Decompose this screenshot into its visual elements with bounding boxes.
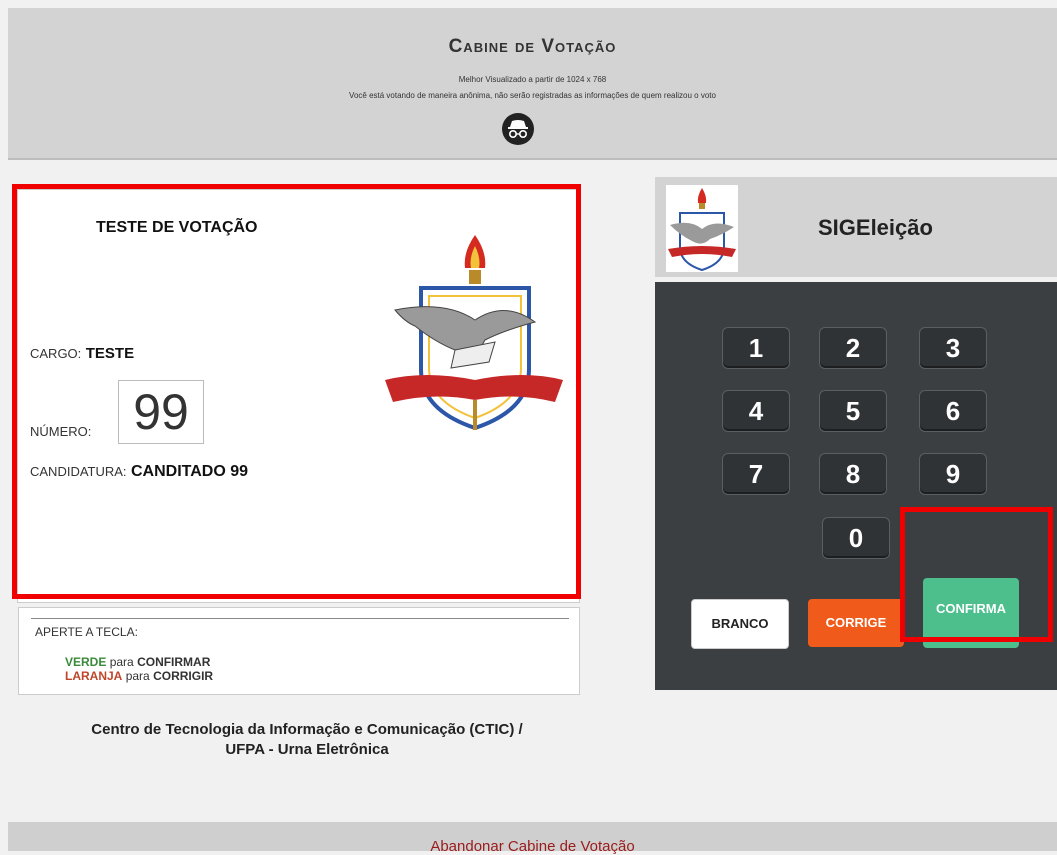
instruction-correct: LARANJA para CORRIGIR: [65, 669, 213, 683]
candidatura-value: CANDITADO 99: [131, 463, 249, 480]
green-para: para: [109, 655, 134, 669]
instruction-confirm: VERDE para CONFIRMAR: [65, 655, 210, 669]
key-5[interactable]: 5: [819, 390, 887, 432]
sig-logo: [666, 185, 738, 272]
key-3[interactable]: 3: [919, 327, 987, 369]
credit-line-2: UFPA - Urna Eletrônica: [225, 741, 389, 758]
resolution-note: Melhor Visualizado a partir de 1024 x 76…: [458, 75, 607, 84]
cargo-label: CARGO:: [30, 346, 82, 361]
numero-display: 99: [118, 380, 204, 444]
key-0[interactable]: 0: [822, 517, 890, 559]
organization-credit: Centro de Tecnologia da Informação e Com…: [20, 720, 594, 760]
orange-key-label: LARANJA: [65, 669, 123, 683]
leave-booth-link[interactable]: Abandonar Cabine de Votação: [430, 838, 634, 855]
anonymity-note: Você está votando de maneira anônima, nã…: [349, 91, 716, 100]
numero-label: NÚMERO:: [30, 424, 92, 439]
candidatura-label: CANDIDATURA:: [30, 464, 127, 479]
orange-action: CORRIGIR: [153, 669, 214, 683]
instructions-heading: APERTE A TECLA:: [35, 625, 138, 639]
page-title: Cabine de Votação: [448, 36, 617, 57]
candidatura-row: CANDIDATURA: CANDITADO 99: [30, 463, 248, 481]
key-2[interactable]: 2: [819, 327, 887, 369]
key-1[interactable]: 1: [722, 327, 790, 369]
confirma-button[interactable]: CONFIRMA: [923, 578, 1019, 648]
green-key-label: VERDE: [65, 655, 107, 669]
ballot-title: TESTE DE VOTAÇÃO: [96, 219, 258, 236]
cargo-row: CARGO: TESTE: [30, 345, 134, 363]
key-6[interactable]: 6: [919, 390, 987, 432]
branco-button[interactable]: BRANCO: [691, 599, 789, 649]
ufpa-emblem: [385, 235, 563, 431]
page-header: Cabine de Votação Melhor Visualizado a p…: [8, 8, 1057, 160]
incognito-icon: [502, 113, 534, 145]
instructions-box: APERTE A TECLA: VERDE para CONFIRMAR LAR…: [18, 607, 580, 695]
key-7[interactable]: 7: [722, 453, 790, 495]
cargo-value: TESTE: [85, 345, 135, 362]
divider: [31, 618, 569, 619]
credit-line-1: Centro de Tecnologia da Informação e Com…: [91, 721, 523, 738]
key-9[interactable]: 9: [919, 453, 987, 495]
key-4[interactable]: 4: [722, 390, 790, 432]
bottom-bar: Abandonar Cabine de Votação: [8, 822, 1057, 855]
green-action: CONFIRMAR: [137, 655, 211, 669]
corrige-button[interactable]: CORRIGE: [808, 599, 904, 647]
orange-para: para: [125, 669, 150, 683]
key-8[interactable]: 8: [819, 453, 887, 495]
system-title: SIGEleição: [818, 215, 933, 240]
